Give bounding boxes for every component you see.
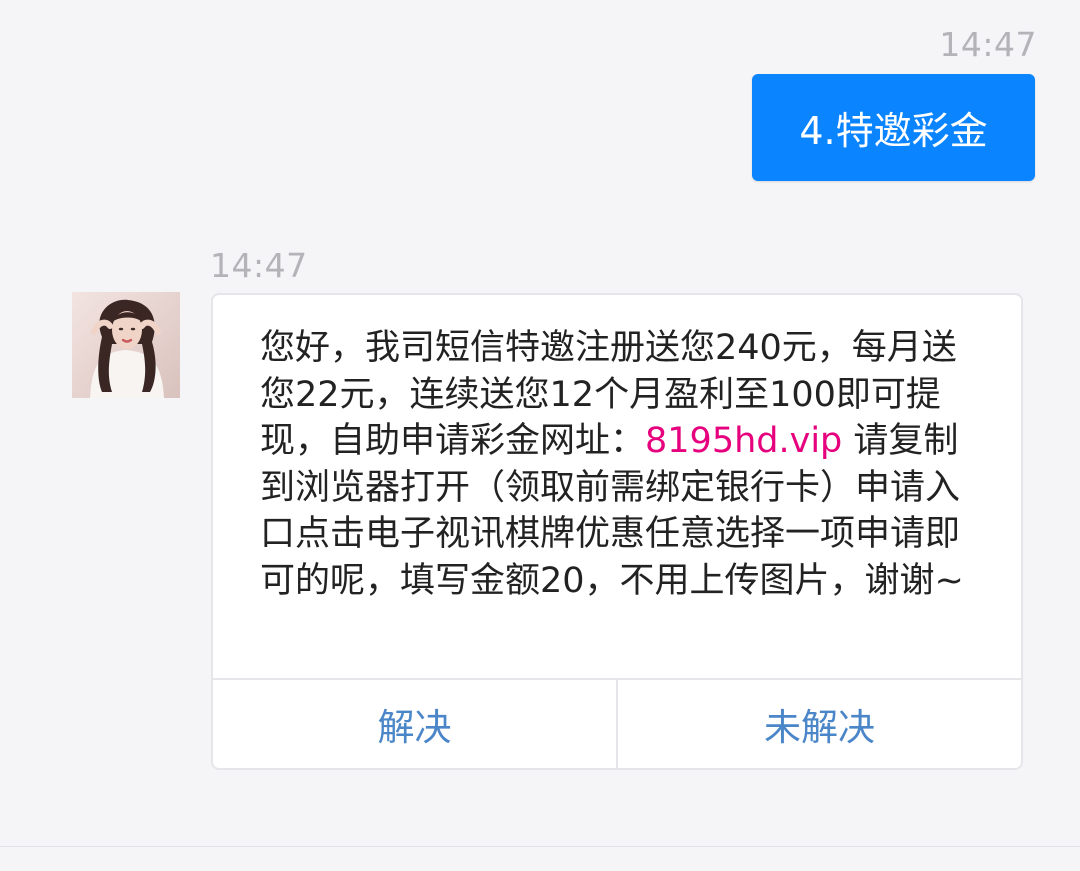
sent-message-bubble[interactable]: 4.特邀彩金	[752, 74, 1035, 181]
sent-message-timestamp: 14:47	[939, 25, 1037, 64]
feedback-actions: 解决 未解决	[213, 680, 1021, 768]
unresolved-button[interactable]: 未解决	[618, 680, 1021, 768]
received-message-card: 您好，我司短信特邀注册送您240元，每月送您22元，连续送您12个月盈利至100…	[211, 293, 1023, 770]
resolved-button[interactable]: 解决	[213, 680, 616, 768]
woman-portrait-avatar-icon[interactable]	[72, 292, 180, 398]
input-area-divider	[0, 846, 1080, 847]
sent-message-text: 4.特邀彩金	[799, 109, 988, 153]
website-link[interactable]: 8195hd.vip	[645, 421, 842, 461]
received-message-text: 您好，我司短信特邀注册送您240元，每月送您22元，连续送您12个月盈利至100…	[260, 325, 990, 655]
received-message-timestamp: 14:47	[210, 246, 308, 285]
